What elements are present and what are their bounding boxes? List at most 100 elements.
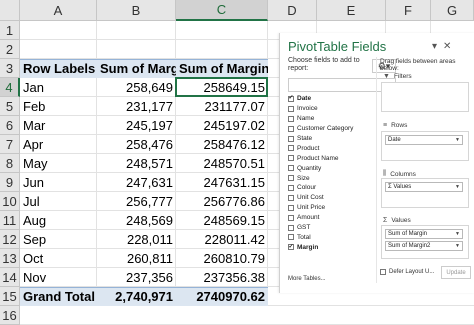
pivot-row-label[interactable]: Oct [20, 249, 97, 268]
row-header-8[interactable]: 8 [0, 154, 20, 173]
values-chip-sum-of-margin[interactable]: Sum of Margin ▼ [385, 229, 463, 239]
pivot-value-margin2[interactable]: 231177.07 [176, 97, 268, 116]
pivot-header-sum-of-margin[interactable]: Sum of Margin [97, 59, 176, 78]
row-header-5[interactable]: 5 [0, 97, 20, 116]
unchecked-checkbox[interactable] [288, 145, 294, 152]
chevron-down-icon[interactable]: ▾ [432, 41, 437, 52]
pivot-header-sum-of-margin2[interactable]: Sum of Margin2 [176, 59, 268, 78]
column-header-g[interactable]: G [431, 0, 474, 21]
pivot-value-margin[interactable]: 258,476 [97, 135, 176, 154]
pivot-row-label[interactable]: Sep [20, 230, 97, 249]
values-chip-sum-of-margin2[interactable]: Sum of Margin2 ▼ [385, 241, 463, 251]
pivot-row-label[interactable]: Nov [20, 268, 97, 287]
unchecked-checkbox[interactable] [288, 194, 294, 201]
pivot-row-label[interactable]: Jul [20, 192, 97, 211]
close-icon[interactable]: ✕ [443, 41, 451, 52]
row-header-1[interactable]: 1 [0, 21, 20, 40]
column-header-a[interactable]: A [20, 0, 97, 21]
grand-total-margin2[interactable]: 2740970.62 [176, 287, 268, 306]
pivot-value-margin2[interactable]: 248570.51 [176, 154, 268, 173]
row-header-9[interactable]: 9 [0, 173, 20, 192]
unchecked-checkbox[interactable] [288, 115, 294, 122]
pivot-value-margin2[interactable]: 237356.38 [176, 268, 268, 287]
row-header-15[interactable]: 15 [0, 287, 20, 306]
pivot-row-label[interactable]: Apr [20, 135, 97, 154]
field-item[interactable]: GST [288, 223, 396, 233]
pivot-value-margin2[interactable]: 228011.42 [176, 230, 268, 249]
columns-chip-values[interactable]: Σ Values ▼ [385, 182, 463, 192]
row-header-14[interactable]: 14 [0, 268, 20, 287]
row-header-2[interactable]: 2 [0, 40, 20, 59]
row-header-7[interactable]: 7 [0, 135, 20, 154]
field-item[interactable]: Product Name [288, 153, 396, 163]
pivot-value-margin[interactable]: 231,177 [97, 97, 176, 116]
pivot-value-margin[interactable]: 228,011 [97, 230, 176, 249]
field-item[interactable]: Unit Price [288, 203, 396, 213]
row-header-13[interactable]: 13 [0, 249, 20, 268]
unchecked-checkbox[interactable] [288, 214, 294, 221]
unchecked-checkbox[interactable] [288, 204, 294, 211]
pivot-row-label[interactable]: Aug [20, 211, 97, 230]
pivot-value-margin2[interactable]: 248569.15 [176, 211, 268, 230]
unchecked-checkbox[interactable] [288, 135, 294, 142]
pivot-value-margin2[interactable]: 260810.79 [176, 249, 268, 268]
unchecked-checkbox[interactable] [288, 224, 294, 231]
grand-total-label[interactable]: Grand Total [20, 287, 97, 306]
defer-checkbox[interactable] [380, 269, 386, 275]
rows-area[interactable]: Date ▼ [381, 131, 469, 161]
pivot-value-margin[interactable]: 258,649 [97, 78, 176, 97]
column-header-b[interactable]: B [97, 0, 176, 21]
unchecked-checkbox[interactable] [288, 125, 294, 132]
field-item[interactable]: ✓ Margin [288, 242, 396, 252]
unchecked-checkbox[interactable] [288, 105, 294, 112]
field-item[interactable]: Invoice [288, 104, 396, 114]
column-header-e[interactable]: E [317, 0, 386, 21]
pivot-value-margin[interactable]: 237,356 [97, 268, 176, 287]
field-item[interactable]: State [288, 134, 396, 144]
row-header-4[interactable]: 4 [0, 78, 20, 97]
field-item[interactable]: Product [288, 143, 396, 153]
pivot-row-label[interactable]: Feb [20, 97, 97, 116]
grand-total-margin[interactable]: 2,740,971 [97, 287, 176, 306]
pivot-value-margin2[interactable]: 258476.12 [176, 135, 268, 154]
column-header-d[interactable]: D [268, 0, 317, 21]
update-button[interactable]: Update [441, 266, 471, 279]
checked-checkbox[interactable]: ✓ [288, 244, 294, 251]
field-item[interactable]: Amount [288, 213, 396, 223]
field-item[interactable]: ✓ Date [288, 94, 396, 104]
unchecked-checkbox[interactable] [288, 184, 294, 191]
row-header-3[interactable]: 3 [0, 59, 20, 78]
pivot-value-margin2[interactable]: 245197.02 [176, 116, 268, 135]
pivot-header-row-labels[interactable]: Row Labels▼ [20, 59, 97, 78]
pivot-row-label[interactable]: Jan [20, 78, 97, 97]
search-fields-input[interactable]: ⌕ [288, 78, 396, 92]
field-item[interactable]: Customer Category [288, 124, 396, 134]
defer-layout-update[interactable]: Defer Layout U... [380, 269, 434, 275]
filters-area[interactable] [381, 82, 469, 112]
column-header-c[interactable]: C [176, 0, 268, 21]
field-item[interactable]: Colour [288, 183, 396, 193]
pivot-value-margin[interactable]: 247,631 [97, 173, 176, 192]
more-tables-link[interactable]: More Tables... [288, 276, 326, 282]
rows-chip-date[interactable]: Date ▼ [385, 135, 463, 145]
select-all-corner[interactable] [0, 0, 20, 21]
field-item[interactable]: Name [288, 114, 396, 124]
column-header-f[interactable]: F [386, 0, 431, 21]
pivot-row-label[interactable]: Jun [20, 173, 97, 192]
field-item[interactable]: Quantity [288, 163, 396, 173]
pivot-value-margin2[interactable]: 256776.86 [176, 192, 268, 211]
unchecked-checkbox[interactable] [288, 155, 294, 162]
row-header-11[interactable]: 11 [0, 211, 20, 230]
pivot-row-label[interactable]: May [20, 154, 97, 173]
unchecked-checkbox[interactable] [288, 175, 294, 182]
field-item[interactable]: Total [288, 232, 396, 242]
unchecked-checkbox[interactable] [288, 165, 294, 172]
field-item[interactable]: Unit Cost [288, 193, 396, 203]
row-header-16[interactable]: 16 [0, 306, 20, 325]
pivot-value-margin[interactable]: 248,569 [97, 211, 176, 230]
unchecked-checkbox[interactable] [288, 234, 294, 241]
pivot-value-margin2[interactable]: 247631.15 [176, 173, 268, 192]
pivot-value-margin[interactable]: 256,777 [97, 192, 176, 211]
row-header-12[interactable]: 12 [0, 230, 20, 249]
pivot-value-margin[interactable]: 248,571 [97, 154, 176, 173]
